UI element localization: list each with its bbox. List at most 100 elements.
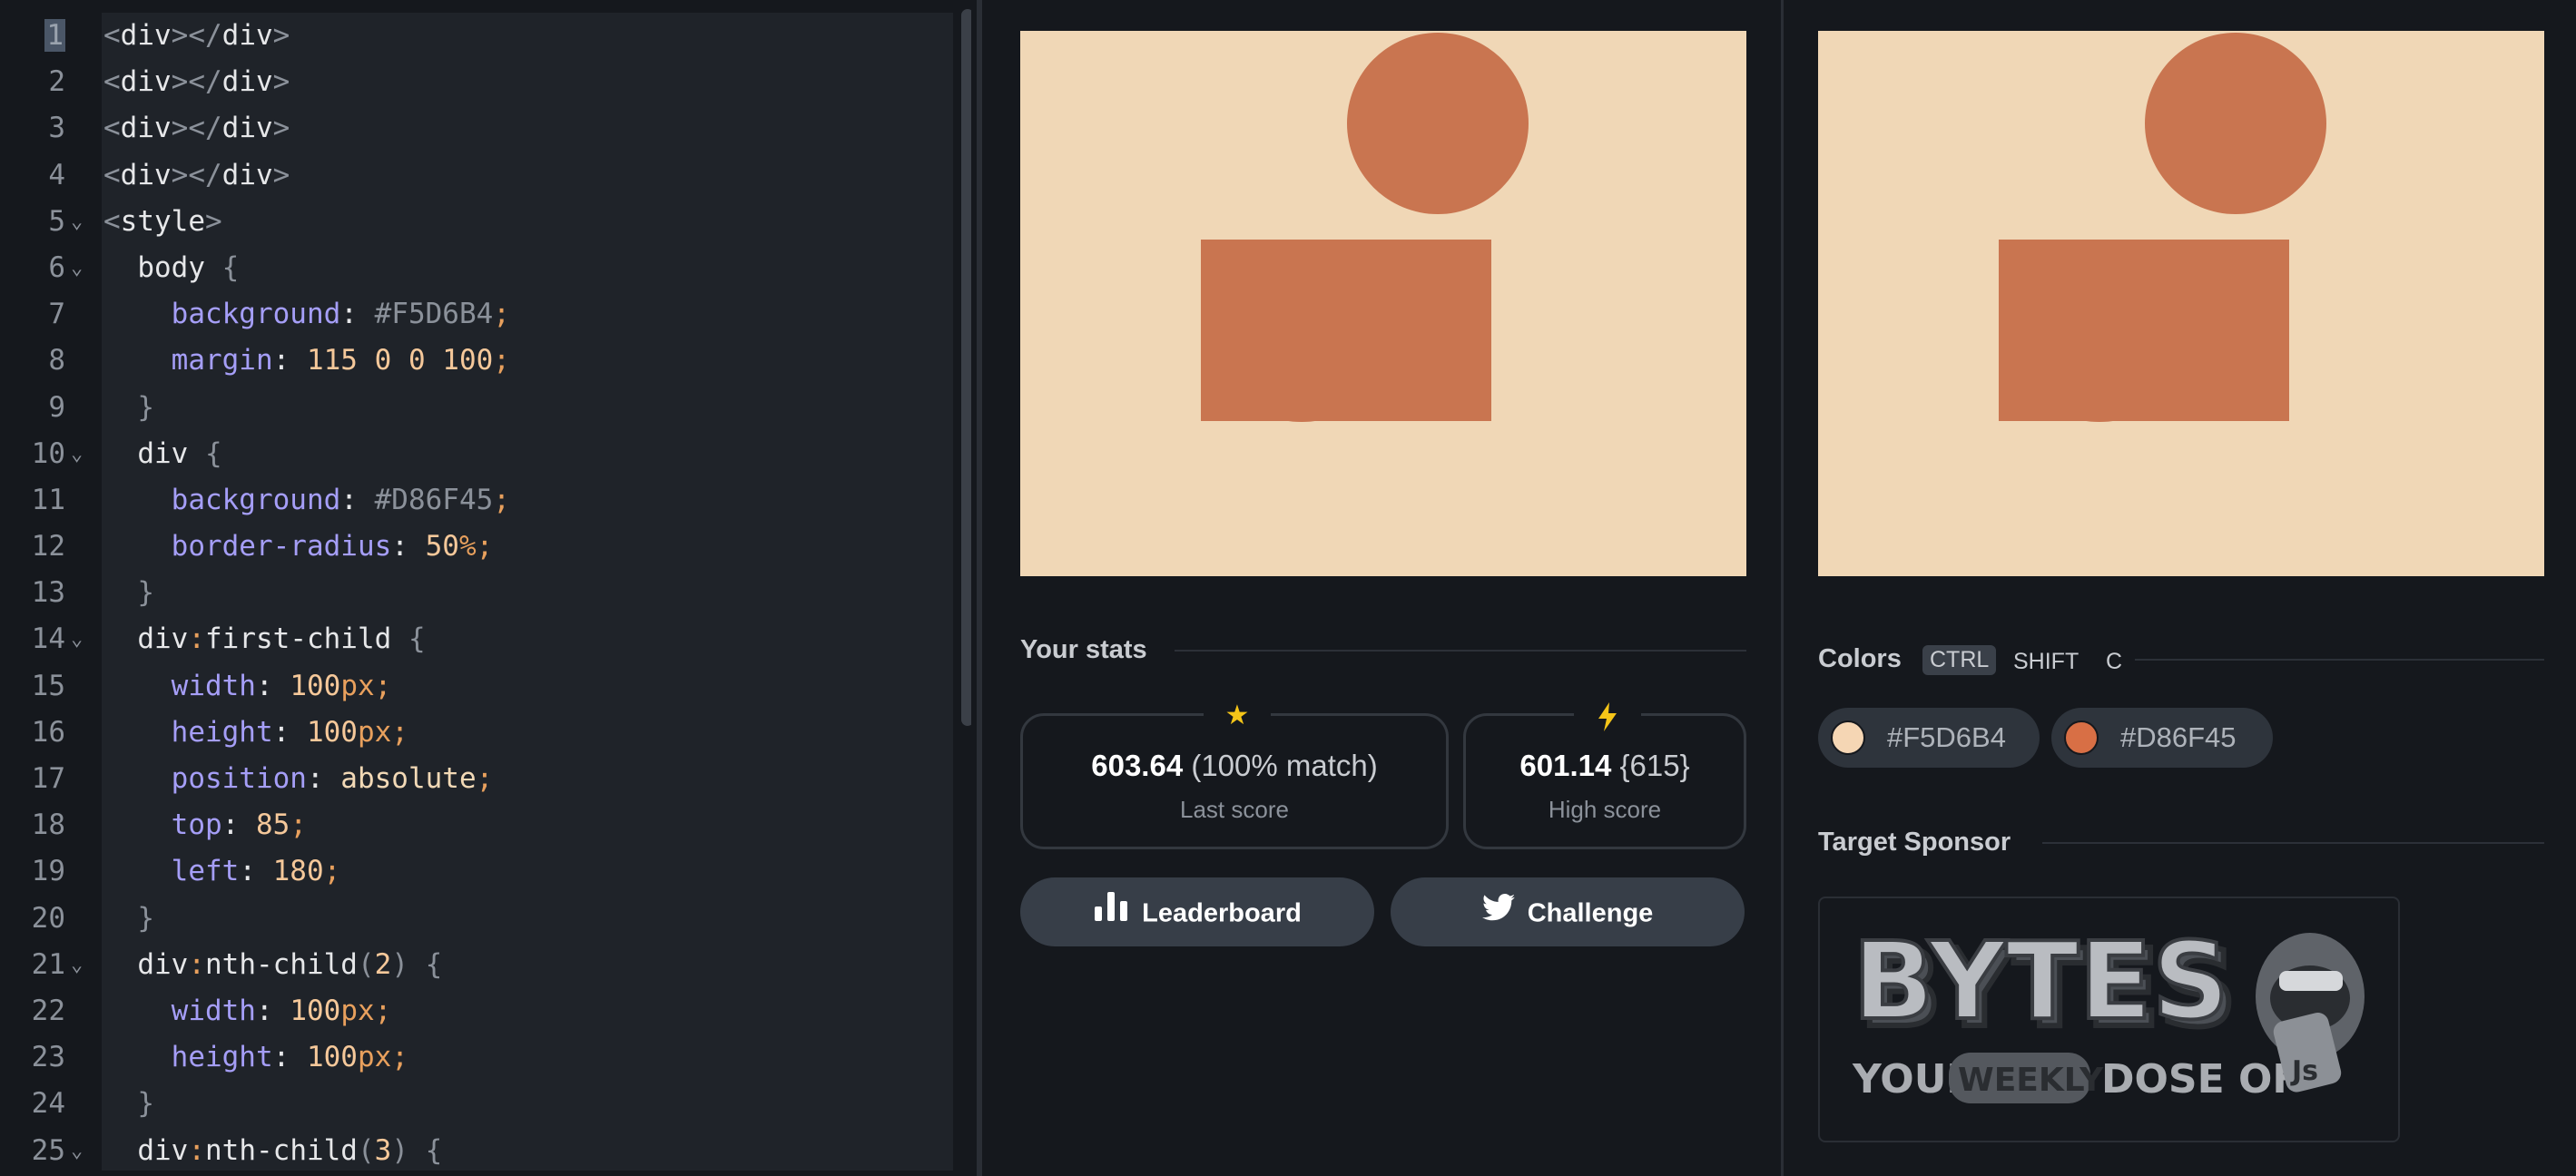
code-line[interactable]: 10 ⌄ div { [0,431,953,477]
code-token: 115 0 0 100 [306,344,494,377]
sponsor-banner[interactable]: BYTES BYTES YOUR WEEKLY DOSE OF Js [1818,897,2400,1142]
code-text: body { [103,245,239,291]
fold-chevron-icon[interactable]: ⌄ [71,245,91,291]
code-token: </ [188,112,222,145]
code-line[interactable]: 15 width: 100px; [0,663,953,710]
code-token: 180 [272,855,324,888]
code-lines[interactable]: 1 <div></div> 2 <div></div> 3 <div></div> 4 <di… [0,13,953,1174]
code-token: ; [493,344,510,377]
code-text: width: 100px; [103,988,392,1034]
line-number-text: 22 [31,994,65,1027]
code-line[interactable]: 16 height: 100px; [0,710,953,756]
code-line[interactable]: 13 } [0,570,953,616]
line-number: 12 [0,524,65,570]
color-swatch-shape[interactable]: #D86F45 [2051,708,2273,768]
fold-chevron-icon[interactable]: ⌄ [71,199,91,245]
fold-chevron-icon[interactable]: ⌄ [71,431,91,477]
code-line[interactable]: 1 <div></div> [0,13,953,59]
code-editor[interactable]: 1 <div></div> 2 <div></div> 3 <div></div> 4 <di… [0,0,971,1176]
code-line[interactable]: 5 ⌄ <style> [0,199,953,245]
code-text: left: 180; [103,848,341,895]
target-preview [1818,31,2544,576]
code-line[interactable]: 20 } [0,896,953,942]
code-line[interactable]: 2 <div></div> [0,59,953,105]
panel-divider[interactable] [977,0,982,1176]
code-token: height [103,1041,273,1074]
code-line[interactable]: 11 background: #D86F45; [0,477,953,524]
code-line[interactable]: 18 top: 85; [0,802,953,848]
high-score-card: 601.14 {615} High score [1463,698,1746,849]
code-line[interactable]: 9 } [0,385,953,431]
code-text: margin: 115 0 0 100; [103,338,510,384]
challenge-button[interactable]: Challenge [1391,877,1745,946]
code-token: div [103,1133,189,1167]
editor-scrollbar-thumb[interactable] [961,9,971,726]
line-number: 13 [0,570,65,616]
line-number-text: 15 [31,669,65,702]
code-token: : [340,483,375,516]
cloud-base-rect [1201,240,1491,421]
code-line[interactable]: 21 ⌄ div:nth-child(2) { [0,942,953,988]
colors-heading-rule [2135,659,2544,661]
output-preview[interactable] [1020,31,1746,576]
code-line[interactable]: 3 <div></div> [0,105,953,152]
output-cloud-shape [1201,33,1529,422]
code-token: ) { [391,947,443,981]
code-token: 85 [255,808,290,842]
code-token: div [103,947,189,981]
code-token: px; [357,715,408,749]
line-number: 17 [0,756,65,802]
code-token: #F5D6B4 [374,298,494,331]
code-token: ; [476,762,494,795]
line-number-text: 11 [31,483,65,516]
fold-chevron-icon[interactable]: ⌄ [71,942,91,988]
color-swatch-background[interactable]: #F5D6B4 [1818,708,2040,768]
logo-wordmark: BYTES [1853,918,2229,1044]
fold-chevron-icon[interactable]: ⌄ [71,1128,91,1174]
code-line[interactable]: 17 position: absolute; [0,756,953,802]
line-number-text: 5 [48,204,65,238]
code-token: : [306,762,341,795]
code-line[interactable]: 6 ⌄ body { [0,245,953,291]
leaderboard-button[interactable]: Leaderboard [1020,877,1374,946]
code-line[interactable]: 7 background: #F5D6B4; [0,291,953,338]
line-number-text: 9 [48,390,65,424]
panel-divider[interactable] [1781,0,1784,1176]
code-line[interactable]: 19 left: 180; [0,848,953,895]
code-line[interactable]: 14 ⌄ div:first-child { [0,616,953,662]
sponsor-heading-rule [2042,842,2544,844]
code-line[interactable]: 22 width: 100px; [0,988,953,1034]
line-number-text: 10 [31,436,65,470]
code-line[interactable]: 12 border-radius: 50%; [0,524,953,570]
code-token: ( [357,947,375,981]
target-cloud-shape [1999,33,2326,422]
line-number-text: 18 [31,808,65,842]
code-token: < [103,158,121,191]
code-token: width [103,994,256,1027]
line-number: 18 [0,802,65,848]
code-line[interactable]: 4 <div></div> [0,152,953,199]
code-line[interactable]: 24 } [0,1081,953,1127]
code-line[interactable]: 25 ⌄ div:nth-child(3) { [0,1128,953,1174]
code-text: <div></div> [103,59,290,105]
code-token: : [239,855,273,888]
swatch-color-dot [1831,720,1865,755]
line-number-text: 12 [31,530,65,564]
code-line[interactable]: 23 height: 100px; [0,1034,953,1081]
code-token: px; [340,994,392,1027]
code-token: #D86F45 [374,483,494,516]
line-number-text: 7 [48,298,65,331]
line-number-text: 8 [48,344,65,377]
stats-heading: Your stats [1020,635,1147,664]
line-number: 20 [0,896,65,942]
code-token: div [221,112,273,145]
code-token: div [120,19,172,52]
shortcut-key-shift: SHIFT [2013,649,2079,674]
code-line[interactable]: 8 margin: 115 0 0 100; [0,338,953,384]
code-text: div:nth-child(2) { [103,942,442,988]
code-token: : [188,1133,205,1167]
line-number-text: 25 [31,1133,65,1167]
fold-chevron-icon[interactable]: ⌄ [71,616,91,662]
code-token: position [103,762,307,795]
code-token: > [171,158,189,191]
